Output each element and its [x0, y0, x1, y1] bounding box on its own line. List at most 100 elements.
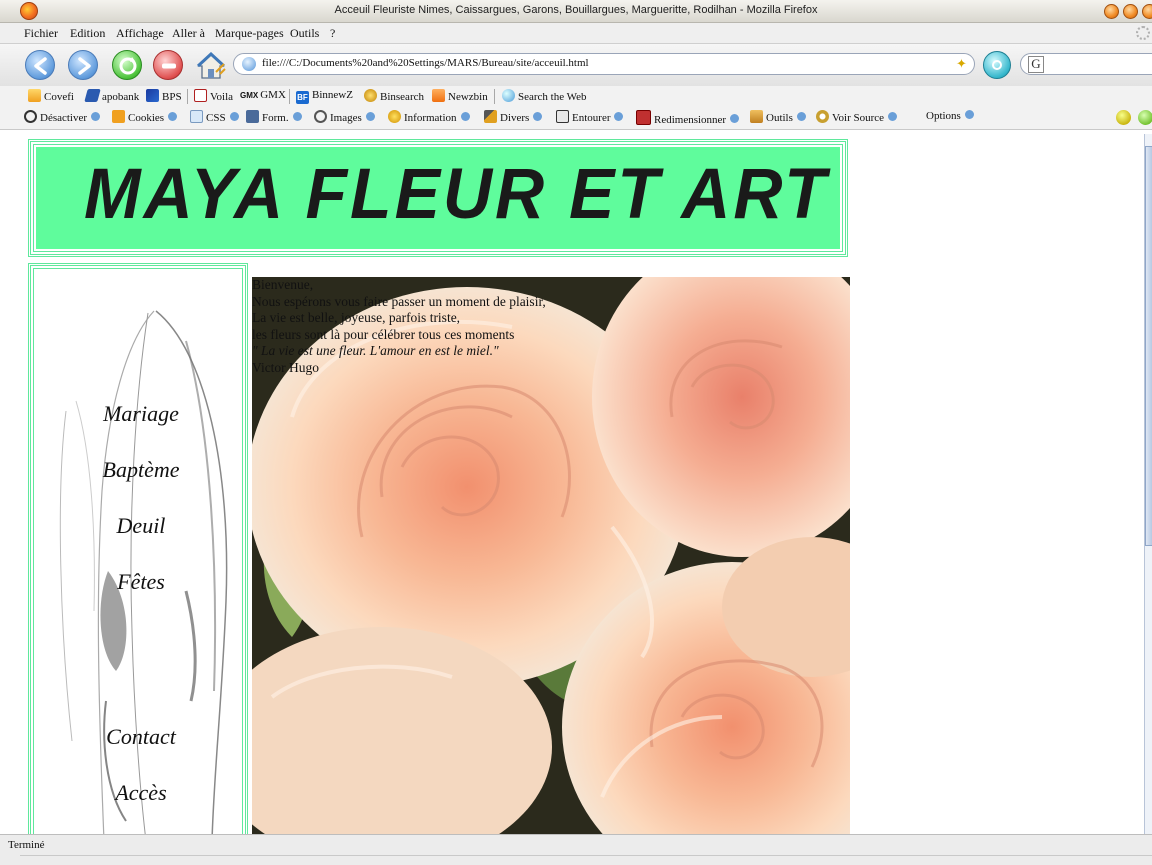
nav-contact[interactable]: Contact	[36, 724, 240, 750]
nav-deuil[interactable]: Deuil	[36, 513, 240, 539]
menu-marque-pages[interactable]: Marque-pages	[215, 26, 284, 41]
address-url: file:///C:/Documents%20and%20Settings/MA…	[262, 57, 589, 69]
go-button[interactable]	[983, 51, 1011, 79]
menu-help[interactable]: ?	[330, 26, 335, 41]
side-navigation-panel: Mariage Baptème Deuil Fêtes Contact Accè…	[33, 268, 243, 834]
binnewz-icon: BF	[296, 91, 309, 104]
dropdown-icon	[229, 112, 239, 121]
dropdown-icon	[888, 112, 898, 121]
menu-affichage[interactable]: Affichage	[116, 26, 164, 41]
menu-bar: Fichier Edition Affichage Aller à Marque…	[0, 23, 1152, 44]
tools-icon	[484, 110, 497, 123]
close-window-button[interactable]	[1142, 4, 1152, 19]
voila-icon	[194, 89, 207, 102]
welcome-line: Nous espérons vous faire passer un momen…	[252, 293, 546, 309]
site-title: MAYA FLEUR ET ART	[84, 154, 829, 234]
dev-information[interactable]: Information	[388, 110, 470, 124]
bookmark-apobank[interactable]: apobank	[84, 89, 140, 103]
separator	[494, 89, 495, 104]
dropdown-icon	[292, 112, 302, 121]
dev-label: Information	[404, 112, 457, 124]
bookmark-label: Binsearch	[380, 91, 424, 103]
bookmark-gmx[interactable]: GMX GMX	[240, 89, 286, 101]
dropdown-icon	[796, 112, 806, 121]
forward-button[interactable]	[68, 50, 98, 80]
web-developer-toolbar: Désactiver Cookies CSS Form. Images Info…	[0, 107, 1152, 130]
search-web-icon	[502, 89, 515, 102]
bookmark-covefi[interactable]: Covefi	[28, 89, 74, 103]
dev-label: Outils	[766, 112, 793, 124]
bookmark-rss-icon[interactable]: ✦	[956, 56, 967, 72]
bookmark-label: Voila	[210, 91, 234, 103]
google-search-icon[interactable]: G	[1028, 56, 1044, 73]
tools-icon	[750, 110, 763, 123]
back-button[interactable]	[25, 50, 55, 80]
dev-redimensionner[interactable]: Redimensionner	[636, 110, 740, 126]
bookmark-newzbin[interactable]: Newzbin	[432, 89, 488, 103]
dev-entourer[interactable]: Entourer	[556, 110, 624, 124]
menu-aller-a[interactable]: Aller à	[172, 26, 205, 41]
bookmark-binsearch[interactable]: Binsearch	[364, 89, 424, 103]
dropdown-icon	[964, 110, 974, 119]
separator	[289, 89, 290, 104]
bookmark-search-the-web[interactable]: Search the Web	[502, 89, 587, 103]
dev-divers[interactable]: Divers	[484, 110, 543, 124]
dropdown-icon	[730, 114, 740, 123]
navigation-toolbar: file:///C:/Documents%20and%20Settings/MA…	[0, 44, 1152, 87]
bps-icon	[146, 89, 159, 102]
reload-button[interactable]	[112, 50, 142, 80]
quote-author: Victor Hugo	[252, 359, 320, 375]
menu-edition[interactable]: Edition	[70, 26, 105, 41]
dev-options[interactable]: Options	[926, 110, 974, 122]
scrollbar-thumb[interactable]	[1145, 146, 1152, 546]
cookies-icon	[112, 110, 125, 123]
window-title-bar: Acceuil Fleuriste Nimes, Caissargues, Ga…	[0, 0, 1152, 23]
dev-label: Désactiver	[40, 112, 88, 124]
bookmark-voila[interactable]: Voila	[194, 89, 233, 103]
dev-label: Form.	[262, 112, 289, 124]
resize-icon	[636, 110, 651, 125]
dev-label: Images	[330, 112, 362, 124]
dev-desactiver[interactable]: Désactiver	[24, 110, 101, 124]
bookmark-label: GMX	[260, 89, 286, 101]
information-icon	[388, 110, 401, 123]
address-bar[interactable]: file:///C:/Documents%20and%20Settings/MA…	[233, 53, 975, 75]
status-text: Terminé	[8, 839, 45, 851]
menu-fichier[interactable]: Fichier	[24, 26, 58, 41]
vertical-scrollbar[interactable]	[1144, 134, 1152, 834]
nav-bapteme[interactable]: Baptème	[36, 457, 240, 483]
minimize-button[interactable]	[1104, 4, 1119, 19]
status-panel	[20, 835, 1152, 856]
validation-ok-icon[interactable]	[1138, 110, 1152, 125]
home-button[interactable]	[196, 52, 226, 80]
menu-outils[interactable]: Outils	[290, 26, 319, 41]
gear-icon	[816, 110, 829, 123]
nav-mariage[interactable]: Mariage	[36, 401, 240, 427]
dev-outils[interactable]: Outils	[750, 110, 806, 124]
bookmark-binnewz[interactable]: BF BinnewZ	[296, 89, 353, 104]
separator	[187, 89, 188, 104]
dev-css[interactable]: CSS	[190, 110, 239, 124]
dev-label: Options	[926, 110, 961, 122]
page-viewport: MAYA FLEUR ET ART Mariage Baptème Deuil …	[0, 130, 1152, 834]
dev-label: Redimensionner	[654, 114, 727, 126]
dev-voir-source[interactable]: Voir Source	[816, 110, 898, 124]
stop-button[interactable]	[153, 50, 183, 80]
nav-fetes[interactable]: Fêtes	[36, 569, 240, 595]
maximize-button[interactable]	[1123, 4, 1138, 19]
dev-cookies[interactable]: Cookies	[112, 110, 178, 124]
validation-check-icon[interactable]	[1116, 110, 1131, 125]
welcome-line: les fleurs sont là pour célébrer tous ce…	[252, 326, 515, 342]
dev-images[interactable]: Images	[314, 110, 375, 124]
dropdown-icon	[533, 112, 543, 121]
search-bar[interactable]: G	[1020, 53, 1152, 75]
side-navigation: Mariage Baptème Deuil Fêtes Contact Accè…	[28, 263, 248, 834]
dev-form[interactable]: Form.	[246, 110, 302, 124]
forward-arrow-icon	[78, 57, 91, 75]
bookmark-bps[interactable]: BPS	[146, 89, 182, 103]
bookmark-label: Covefi	[44, 91, 74, 103]
bookmark-label: apobank	[102, 91, 140, 103]
form-icon	[246, 110, 259, 123]
nav-acces[interactable]: Accès	[36, 780, 240, 806]
disable-icon	[24, 110, 37, 123]
